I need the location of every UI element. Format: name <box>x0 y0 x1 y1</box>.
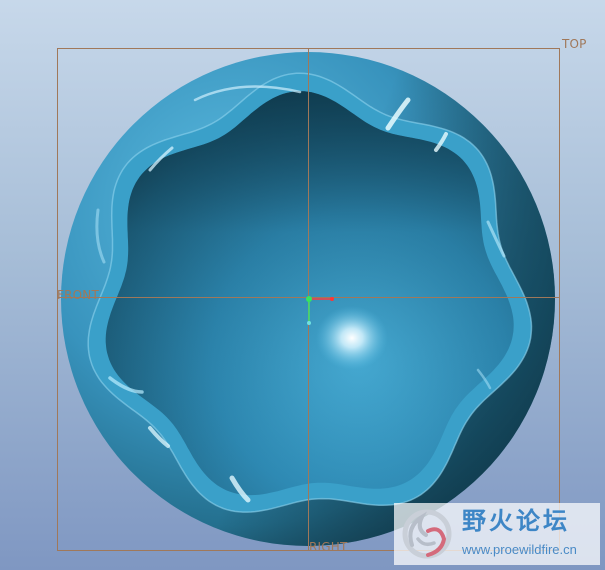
model-canvas[interactable] <box>0 0 605 570</box>
forum-watermark: 野火论坛 www.proewildfire.cn <box>394 503 600 565</box>
datum-label-right[interactable]: RIGHT <box>309 541 348 553</box>
csys-z-axis-point <box>307 321 311 325</box>
watermark-url: www.proewildfire.cn <box>462 542 577 557</box>
flame-swirl-logo-icon <box>402 509 452 559</box>
watermark-title: 野火论坛 <box>462 507 570 535</box>
graphics-viewport[interactable]: TOP FRONT RIGHT 野火论坛 www.proewildfire.cn <box>0 0 605 570</box>
datum-label-top[interactable]: TOP <box>562 38 587 50</box>
datum-label-front[interactable]: FRONT <box>57 289 99 301</box>
specular-highlight <box>316 306 388 370</box>
csys-x-axis-point <box>330 297 334 301</box>
csys-origin-point <box>306 296 312 302</box>
